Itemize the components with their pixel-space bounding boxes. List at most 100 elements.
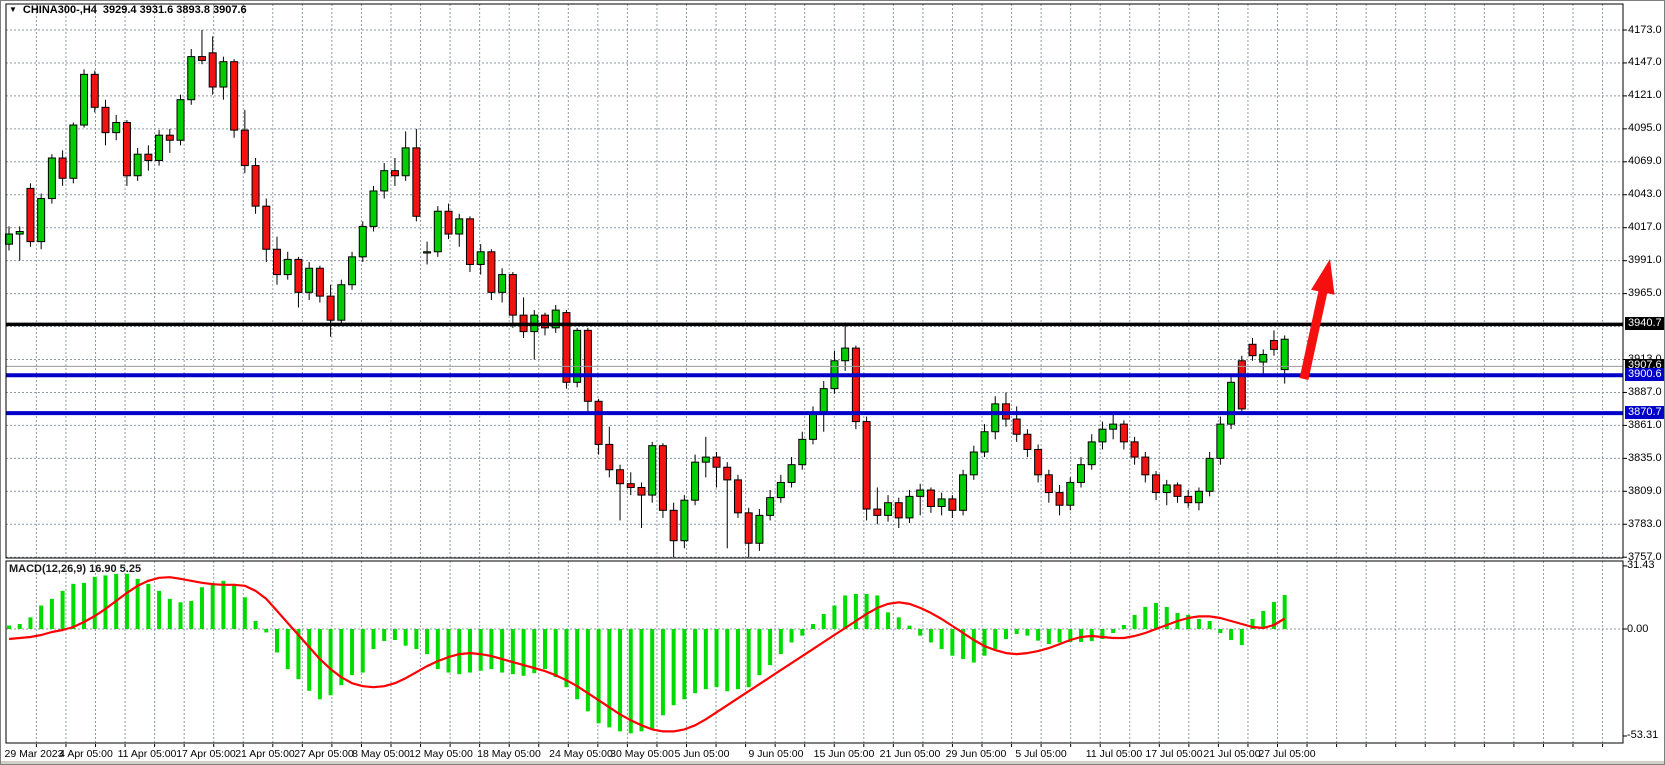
macd-histogram-bar [972,629,976,663]
candle-bearish [295,259,302,292]
macd-histogram-bar [575,629,579,699]
candle-bullish [424,252,431,253]
candle-bullish [692,462,699,500]
macd-histogram-bar [18,624,22,629]
candle-bearish [606,444,613,469]
macd-histogram-bar [350,629,354,675]
trend-arrow-head [1311,259,1334,295]
candle-bullish [777,482,784,497]
candle-bullish [1088,442,1095,465]
price-tick-label: 3965.0 [1628,287,1662,299]
time-axis-label: 8 May 05:00 [352,748,410,760]
candle-bearish [617,470,624,484]
macd-histogram-bar [940,629,944,649]
candle-bullish [1281,339,1288,369]
macd-histogram-bar [950,629,954,656]
candle-bearish [509,275,516,316]
candle-bullish [370,191,377,226]
macd-histogram-bar [61,591,65,629]
candle-bullish [16,232,23,235]
candle-bullish [767,498,774,516]
price-tick-label: 4173.0 [1628,24,1662,36]
candle-bullish [177,100,184,141]
candle-bearish [252,166,259,207]
macd-histogram-bar [1283,595,1287,629]
time-axis-label: 29 Mar 2023 [5,748,64,760]
macd-histogram-bar [1143,607,1147,629]
macd-histogram-bar [768,629,772,665]
price-tick-label: 3835.0 [1628,452,1662,464]
macd-histogram-bar [779,629,783,654]
macd-histogram-bar [1122,625,1126,629]
candle-bullish [1217,424,1224,458]
macd-histogram-bar [93,577,97,629]
macd-histogram-bar [757,629,761,675]
price-tick-label: 4043.0 [1628,188,1662,200]
candle-bullish [1163,485,1170,493]
candle-bullish [156,135,163,160]
candle-bearish [413,148,420,216]
macd-histogram-bar [875,595,879,629]
macd-histogram-bar [414,629,418,649]
macd-histogram-bar [489,629,493,669]
price-tick-label: 3991.0 [1628,254,1662,266]
macd-histogram-bar [1058,629,1062,642]
macd-histogram-bar [725,629,729,691]
macd-histogram-bar [436,629,440,669]
time-axis-label: 5 Jul 05:00 [1015,748,1066,760]
macd-histogram-bar [500,629,504,673]
candle-bearish [638,487,645,495]
candle-bullish [349,257,356,285]
candle-bullish [188,57,195,100]
macd-histogram-bar [1025,629,1029,636]
candle-bullish [1228,382,1235,424]
time-axis-label: 21 Jul 05:00 [1203,748,1260,760]
symbol-dropdown-icon[interactable]: ▼ [9,5,17,15]
time-axis-label: 30 May 05:00 [610,748,674,760]
macd-histogram-bar [918,629,922,636]
macd-histogram-bar [993,629,997,649]
candle-bearish [241,130,248,165]
candle-bearish [166,135,173,140]
macd-histogram-bar [747,629,751,687]
time-axis-label: 11 Apr 05:00 [118,748,177,760]
macd-histogram-bar [897,617,901,629]
candle-bullish [434,211,441,252]
candle-bearish [488,252,495,293]
price-tick-label: 4095.0 [1628,122,1662,134]
macd-histogram-bar [907,626,911,629]
macd-histogram-bar [179,602,183,629]
macd-histogram-bar [307,629,311,691]
candle-bullish [48,158,55,199]
symbol-title: CHINA300-,H4 [23,4,97,16]
macd-histogram-bar [554,629,558,677]
candle-bearish [595,401,602,444]
macd-histogram-bar [232,584,236,629]
candle-bearish [327,296,334,320]
macd-histogram-bar [886,612,890,629]
candle-bearish [1120,424,1127,442]
time-axis-label: 27 Jul 05:00 [1258,748,1315,760]
chart-canvas[interactable] [1,1,1665,765]
macd-histogram-bar [543,629,547,669]
candle-bearish [584,330,591,401]
macd-histogram-bar [393,629,397,640]
macd-histogram-bar [693,629,697,693]
time-axis-label: 29 Jun 05:00 [946,748,1007,760]
time-axis-label: 17 Jul 05:00 [1145,748,1202,760]
macd-histogram-bar [832,606,836,629]
price-tick-label: 4121.0 [1628,89,1662,101]
candle-bearish [734,480,741,513]
candle-bullish [788,465,795,483]
macd-histogram-bar [522,629,526,676]
macd-histogram-bar [704,629,708,689]
macd-histogram-bar [103,575,107,629]
macd-histogram-bar [1208,621,1212,629]
candle-bullish [456,219,463,234]
candle-bullish [1099,429,1106,442]
candle-bearish [1024,434,1031,449]
candle-bullish [1110,424,1117,429]
macd-histogram-bar [39,606,43,629]
time-axis-label: 27 Apr 05:00 [294,748,354,760]
candle-bullish [906,496,913,518]
